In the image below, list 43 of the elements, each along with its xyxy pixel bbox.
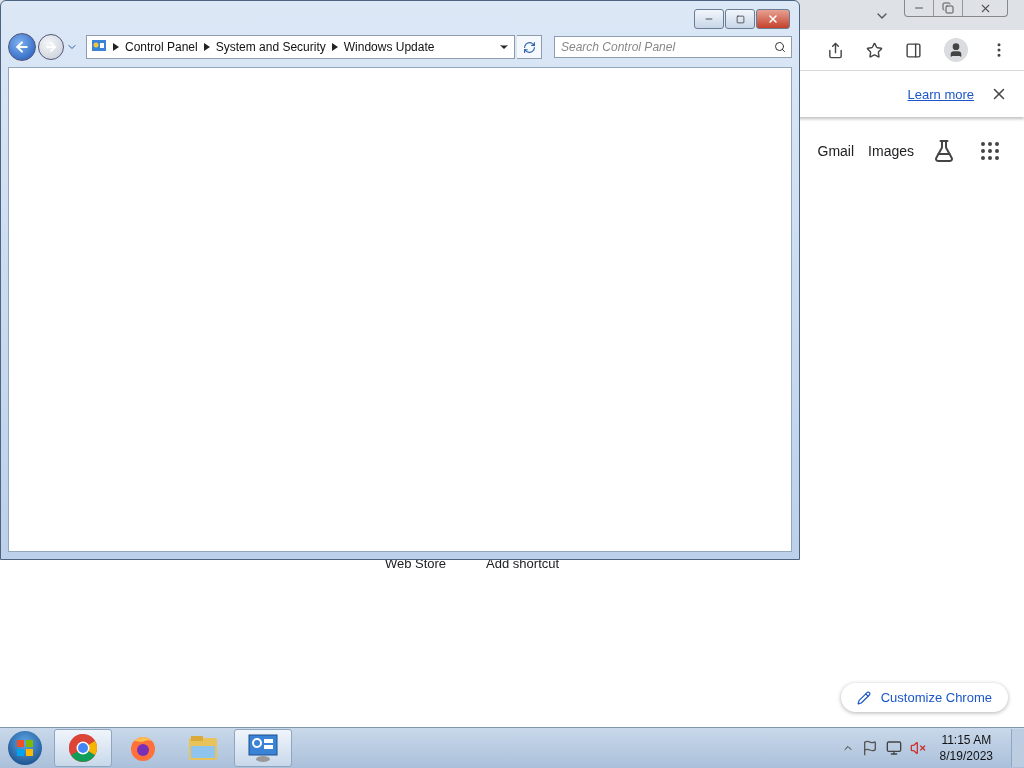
taskbar-button[interactable] — [54, 729, 112, 767]
profile-avatar[interactable] — [944, 38, 968, 62]
forward-button[interactable] — [38, 34, 64, 60]
close-icon — [767, 13, 779, 25]
maximize-icon — [735, 14, 745, 24]
breadcrumb-item[interactable]: Control Panel — [125, 40, 198, 54]
breadcrumb-arrow-icon[interactable] — [113, 43, 119, 51]
header-link[interactable]: Gmail — [817, 143, 855, 159]
windows-logo-icon — [16, 739, 34, 757]
taskbar-button[interactable] — [234, 729, 292, 767]
maximize-button[interactable] — [725, 9, 755, 29]
forward-arrow-icon — [44, 40, 58, 54]
breadcrumb-item[interactable]: System and Security — [215, 40, 326, 54]
learn-more-link[interactable]: Learn more — [907, 86, 974, 102]
side-panel-icon[interactable] — [905, 41, 922, 59]
minimize-button[interactable] — [694, 9, 724, 29]
header-link[interactable]: Images — [868, 143, 914, 159]
control-panel-icon — [247, 733, 279, 763]
close-button[interactable] — [756, 9, 790, 29]
clock[interactable]: 11:15 AM 8/19/2023 — [939, 732, 993, 764]
flask-icon[interactable] — [932, 139, 956, 163]
network-icon[interactable] — [885, 740, 902, 756]
address-bar[interactable]: Control Panel System and Security Windows Update — [86, 35, 515, 59]
breadcrumb-item[interactable]: Windows Update — [343, 40, 435, 54]
back-button[interactable] — [8, 33, 36, 61]
action-center-flag-icon[interactable] — [861, 740, 878, 756]
person-icon — [948, 42, 964, 58]
bookmark-star-icon[interactable] — [866, 41, 883, 59]
restore-icon — [942, 2, 954, 14]
share-icon[interactable] — [827, 41, 844, 59]
chrome-icon — [68, 733, 98, 763]
refresh-icon — [522, 40, 536, 54]
volume-muted-icon[interactable] — [909, 740, 926, 756]
start-button[interactable] — [8, 731, 42, 765]
customize-chrome-button[interactable]: Customize Chrome — [840, 683, 1008, 712]
search-icon — [774, 41, 786, 53]
breadcrumb-arrow-icon[interactable] — [203, 43, 210, 51]
breadcrumb-arrow-icon[interactable] — [331, 43, 338, 51]
refresh-button[interactable] — [517, 35, 542, 59]
folder-icon — [187, 734, 219, 762]
search-field[interactable]: Search Control Panel — [554, 36, 792, 58]
pencil-icon — [856, 690, 871, 705]
apps-grid-icon[interactable] — [978, 139, 1002, 163]
